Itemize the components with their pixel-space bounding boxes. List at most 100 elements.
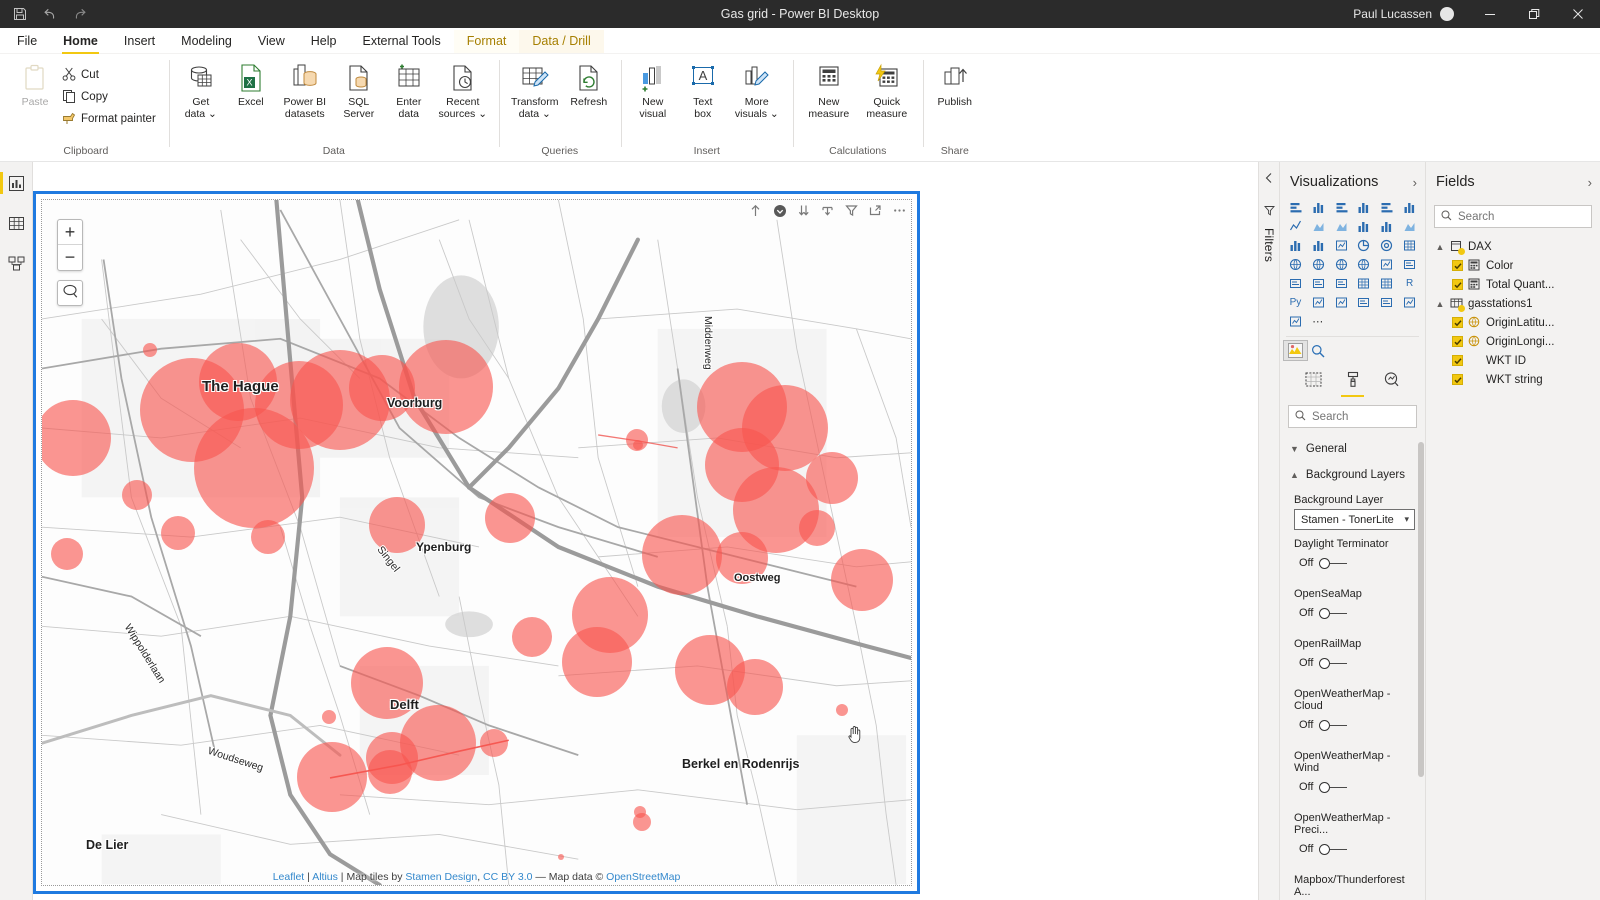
field-checkbox[interactable] [1452, 279, 1463, 290]
map-bubble[interactable] [251, 520, 285, 554]
tab-fields[interactable] [1301, 369, 1326, 397]
shape-map-chart-icon[interactable] [1330, 255, 1353, 274]
chevron-up-icon[interactable]: ▲ [1435, 242, 1445, 252]
map-bubble[interactable] [558, 854, 564, 860]
format-pane-scrollbar[interactable] [1418, 442, 1424, 837]
background-layer-select[interactable]: Stamen - TonerLite ▾ [1294, 509, 1415, 530]
filter-icon[interactable] [844, 203, 859, 218]
map-bubble[interactable] [161, 516, 195, 550]
drill-down-icon[interactable] [772, 203, 787, 218]
map-bubble[interactable] [485, 493, 535, 543]
minimize-icon[interactable] [1468, 0, 1512, 28]
clustered-column-chart-icon[interactable] [1353, 198, 1376, 217]
funnel-chart-icon[interactable] [1307, 236, 1330, 255]
stamen-link[interactable]: Stamen Design [405, 871, 477, 883]
tab-help[interactable]: Help [298, 30, 350, 53]
get-more-visuals-button[interactable] [1307, 341, 1330, 360]
smart-narrative-icon[interactable] [1284, 312, 1307, 331]
filters-pane-collapsed[interactable]: Filters [1259, 162, 1280, 900]
toggle-switch[interactable] [1319, 557, 1348, 569]
more-visuals-button[interactable]: More visuals ⌄ [728, 60, 786, 122]
tab-analytics[interactable] [1379, 368, 1404, 398]
decomposition-tree-icon[interactable] [1330, 293, 1353, 312]
field-item[interactable]: WKT string [1426, 370, 1600, 389]
stacked-column-chart-icon[interactable] [1307, 198, 1330, 217]
powerbi-datasets-button[interactable]: Power BI datasets [276, 60, 334, 122]
clustered-bar-chart-icon[interactable] [1330, 198, 1353, 217]
filter-icon[interactable] [1263, 205, 1275, 219]
100-stacked-bar-chart-icon[interactable] [1375, 198, 1398, 217]
tab-format[interactable] [1340, 368, 1365, 398]
treemap-chart-icon[interactable] [1398, 236, 1421, 255]
layer-toggle-row[interactable]: Off [1294, 777, 1415, 793]
map-bubble[interactable] [633, 813, 651, 831]
altius-map-visual-button[interactable] [1283, 340, 1308, 361]
tab-external-tools[interactable]: External Tools [349, 30, 453, 53]
stacked-area-chart-icon[interactable] [1330, 217, 1353, 236]
gauge-chart-icon[interactable] [1375, 255, 1398, 274]
zoom-in-button[interactable]: + [58, 220, 82, 245]
field-table-item[interactable]: ▲ DAX [1426, 237, 1600, 256]
collapse-visualizations-icon[interactable] [1264, 172, 1274, 187]
line-chart-icon[interactable] [1284, 217, 1307, 236]
toggle-switch[interactable] [1319, 607, 1348, 619]
leaflet-map[interactable]: The Hague Voorburg Ypenburg Delft Berkel en … [42, 200, 911, 885]
map-bubble[interactable] [143, 343, 157, 357]
tab-file[interactable]: File [4, 30, 50, 53]
100-stacked-column-chart-icon[interactable] [1398, 198, 1421, 217]
chevron-up-icon[interactable]: ▲ [1435, 299, 1445, 309]
focus-mode-icon[interactable] [748, 203, 763, 218]
format-sections-scroll[interactable]: ▼ General ▲ Background Layers Background… [1280, 436, 1425, 900]
layer-toggle-row[interactable]: Off [1294, 715, 1415, 731]
arcgis-map-icon[interactable] [1353, 255, 1376, 274]
layer-toggle-row[interactable]: Off [1294, 603, 1415, 619]
altius-link[interactable]: Altius [312, 871, 338, 883]
layer-toggle-row[interactable]: Off [1294, 553, 1415, 569]
r-script-visual-icon[interactable]: R [1398, 274, 1421, 293]
map-bubble[interactable] [369, 497, 425, 553]
tab-modeling[interactable]: Modeling [168, 30, 245, 53]
field-checkbox[interactable] [1452, 260, 1463, 271]
toggle-switch[interactable] [1319, 843, 1348, 855]
new-measure-button[interactable]: New measure [800, 60, 858, 122]
sidebar-item-model-view[interactable] [0, 250, 33, 276]
map-bubble[interactable] [799, 510, 835, 546]
layer-toggle-row[interactable]: Off [1294, 653, 1415, 669]
new-visual-button[interactable]: New visual [628, 60, 678, 122]
openstreetmap-link[interactable]: OpenStreetMap [606, 871, 680, 883]
sql-server-button[interactable]: SQL Server [334, 60, 384, 122]
slicer-visual-icon[interactable] [1330, 274, 1353, 293]
toggle-switch[interactable] [1319, 657, 1348, 669]
map-bubble[interactable] [368, 750, 412, 794]
python-visual-icon[interactable]: Py [1284, 293, 1307, 312]
ribbon-chart-icon[interactable] [1398, 217, 1421, 236]
sidebar-item-data-view[interactable] [0, 210, 33, 236]
user-name[interactable]: Paul Lucassen [1353, 7, 1440, 21]
cut-button[interactable]: Cut [60, 64, 162, 86]
map-chart-icon[interactable] [1284, 255, 1307, 274]
close-icon[interactable] [1556, 0, 1600, 28]
map-zoom-control[interactable]: + − [57, 219, 83, 271]
map-bubble[interactable] [51, 538, 83, 570]
fields-search-box[interactable] [1434, 205, 1592, 228]
map-bubble[interactable] [836, 704, 848, 716]
table-visual-icon[interactable] [1353, 274, 1376, 293]
redo-icon[interactable] [72, 6, 88, 22]
line-stacked-column-chart-icon[interactable] [1353, 217, 1376, 236]
donut-chart-icon[interactable] [1375, 236, 1398, 255]
lasso-select-button[interactable] [57, 280, 83, 306]
refresh-button[interactable]: Refresh [564, 60, 614, 110]
format-search-box[interactable] [1288, 405, 1417, 428]
kpi-visual-icon[interactable] [1307, 274, 1330, 293]
save-icon[interactable] [12, 6, 28, 22]
paginated-report-icon[interactable] [1375, 293, 1398, 312]
stacked-bar-chart-icon[interactable] [1284, 198, 1307, 217]
tab-data-drill[interactable]: Data / Drill [519, 30, 604, 53]
restore-icon[interactable] [1512, 0, 1556, 28]
map-bubble[interactable] [480, 729, 508, 757]
chevron-right-icon[interactable]: › [1588, 175, 1592, 190]
sidebar-item-report-view[interactable] [0, 170, 33, 196]
field-table-item[interactable]: ▲ gasstations1 [1426, 294, 1600, 313]
tab-format[interactable]: Format [453, 30, 520, 53]
publish-button[interactable]: Publish [930, 60, 980, 110]
